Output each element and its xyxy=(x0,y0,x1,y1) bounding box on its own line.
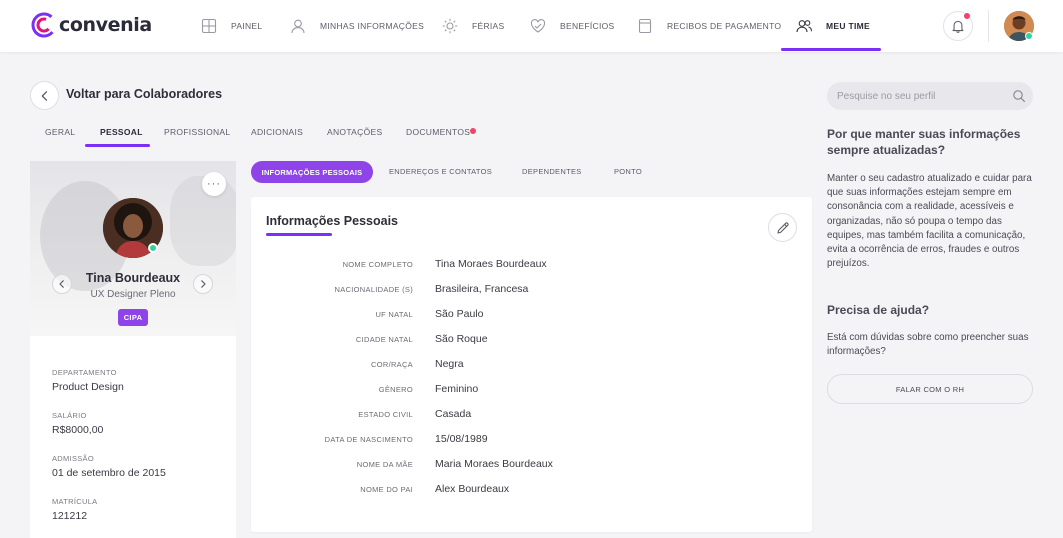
sun-icon xyxy=(442,18,458,34)
subtab-dependentes[interactable]: DEPENDENTES xyxy=(522,167,582,176)
heart-icon xyxy=(530,19,546,33)
nav-item-painel[interactable]: PAINEL xyxy=(201,0,262,52)
field-value: Maria Moraes Bourdeaux xyxy=(435,458,553,470)
help-text: Está com dúvidas sobre como preencher su… xyxy=(827,332,1029,358)
nav-label: MEU TIME xyxy=(826,21,870,31)
admission-label: ADMISSÃO xyxy=(52,454,94,463)
search-icon[interactable] xyxy=(1012,89,1026,103)
subtab-ponto[interactable]: PONTO xyxy=(614,167,642,176)
help-heading: Precisa de ajuda? xyxy=(827,303,930,317)
tab-anotacoes[interactable]: ANOTAÇÕES xyxy=(327,127,382,137)
field-value: Feminino xyxy=(435,383,479,395)
active-tab-indicator xyxy=(85,144,150,147)
tab-profissional[interactable]: PROFISSIONAL xyxy=(164,127,230,137)
talk-to-hr-button[interactable]: FALAR COM O RH xyxy=(827,374,1033,404)
why-update-text: Manter o seu cadastro atualizado e cuida… xyxy=(827,173,1032,270)
back-button[interactable] xyxy=(30,81,59,110)
field-value: 15/08/1989 xyxy=(435,433,488,445)
convenia-logo[interactable]: convenia xyxy=(30,11,152,39)
nav-label: PAINEL xyxy=(231,21,263,31)
field-label: DATA DE NASCIMENTO xyxy=(324,435,413,444)
tab-adicionais[interactable]: ADICIONAIS xyxy=(251,127,303,137)
online-status-dot xyxy=(1025,32,1033,40)
subtab-informacoes-pessoais[interactable]: INFORMAÇÕES PESSOAIS xyxy=(251,161,373,183)
field-label: GÊNERO xyxy=(378,385,413,394)
convenia-logo-icon xyxy=(31,12,57,38)
profile-role: UX Designer Pleno xyxy=(90,289,176,300)
nav-label: MINHAS INFORMAÇÕES xyxy=(320,21,425,31)
documents-alert-dot xyxy=(470,128,476,134)
chevron-left-icon xyxy=(41,90,47,101)
admission-value: 01 de setembro de 2015 xyxy=(52,467,166,479)
salary-value: R$8000,00 xyxy=(52,424,104,436)
receipt-icon xyxy=(638,18,652,34)
section-title-underline xyxy=(266,233,332,236)
nav-label: FÉRIAS xyxy=(472,21,505,31)
registration-value: 121212 xyxy=(52,510,88,522)
subtab-enderecos-e-contatos[interactable]: ENDEREÇOS E CONTATOS xyxy=(389,167,492,176)
field-value: Brasileira, Francesa xyxy=(435,283,529,295)
department-label: DEPARTAMENTO xyxy=(52,368,117,377)
nav-label: RECIBOS DE PAGAMENTO xyxy=(667,21,782,31)
pencil-icon xyxy=(776,221,789,234)
nav-item-minhas-informacoes[interactable]: MINHAS INFORMAÇÕES xyxy=(290,0,424,52)
field-label: NOME DA MÃE xyxy=(356,460,413,469)
tab-pessoal[interactable]: PESSOAL xyxy=(100,127,143,137)
field-label: UF NATAL xyxy=(375,310,413,319)
section-title: Informações Pessoais xyxy=(266,214,399,228)
personal-info-card: Informações Pessoais NOME COMPLETO Tina … xyxy=(251,197,812,532)
online-status-dot xyxy=(148,243,158,253)
field-label: ESTADO CIVIL xyxy=(358,410,413,419)
nav-item-recibos-de-pagamento[interactable]: RECIBOS DE PAGAMENTO xyxy=(637,0,781,52)
bell-icon xyxy=(952,20,964,33)
nav-label: BENEFÍCIOS xyxy=(560,21,615,31)
divider xyxy=(988,10,989,42)
field-value: São Paulo xyxy=(435,308,484,320)
notification-dot xyxy=(964,13,970,19)
brand-name: convenia xyxy=(59,14,152,36)
user-icon xyxy=(291,19,305,34)
field-value: São Roque xyxy=(435,333,488,345)
tab-documentos[interactable]: DOCUMENTOS xyxy=(406,127,470,137)
field-value: Casada xyxy=(435,408,472,420)
profile-card: ··· Tina Bourdeaux UX Designer Pleno CIP… xyxy=(30,161,236,538)
nav-item-meu-time[interactable]: MEU TIME xyxy=(796,0,870,52)
profile-name: Tina Bourdeaux xyxy=(85,271,181,285)
edit-button[interactable] xyxy=(768,213,797,242)
salary-label: SALÁRIO xyxy=(52,411,87,420)
tab-geral[interactable]: GERAL xyxy=(45,127,75,137)
team-icon xyxy=(796,20,812,33)
field-value: Negra xyxy=(435,358,464,370)
field-value: Tina Moraes Bourdeaux xyxy=(435,258,547,270)
cipa-badge: CIPA xyxy=(118,309,148,326)
profile-search xyxy=(827,82,1033,110)
field-value: Alex Bourdeaux xyxy=(435,483,510,495)
active-nav-indicator xyxy=(781,48,881,51)
field-label: NACIONALIDADE (S) xyxy=(334,285,413,294)
field-label: NOME DO PAI xyxy=(360,485,413,494)
field-label: COR/RAÇA xyxy=(371,360,413,369)
grid-icon xyxy=(201,18,217,34)
back-title[interactable]: Voltar para Colaboradores xyxy=(66,87,222,101)
search-input[interactable] xyxy=(837,88,1007,104)
why-update-heading: Por que manter suas informações sempre a… xyxy=(827,127,1021,157)
field-label: NOME COMPLETO xyxy=(342,260,413,269)
more-options-button[interactable]: ··· xyxy=(202,172,226,196)
nav-item-ferias[interactable]: FÉRIAS xyxy=(442,0,505,52)
field-label: CIDADE NATAL xyxy=(355,335,413,344)
top-navigation-bar: convenia PAINEL MINHAS INFORMAÇÕES FÉRIA… xyxy=(0,0,1063,52)
registration-label: MATRÍCULA xyxy=(52,497,98,506)
department-value: Product Design xyxy=(52,381,124,393)
nav-item-beneficios[interactable]: BENEFÍCIOS xyxy=(530,0,614,52)
